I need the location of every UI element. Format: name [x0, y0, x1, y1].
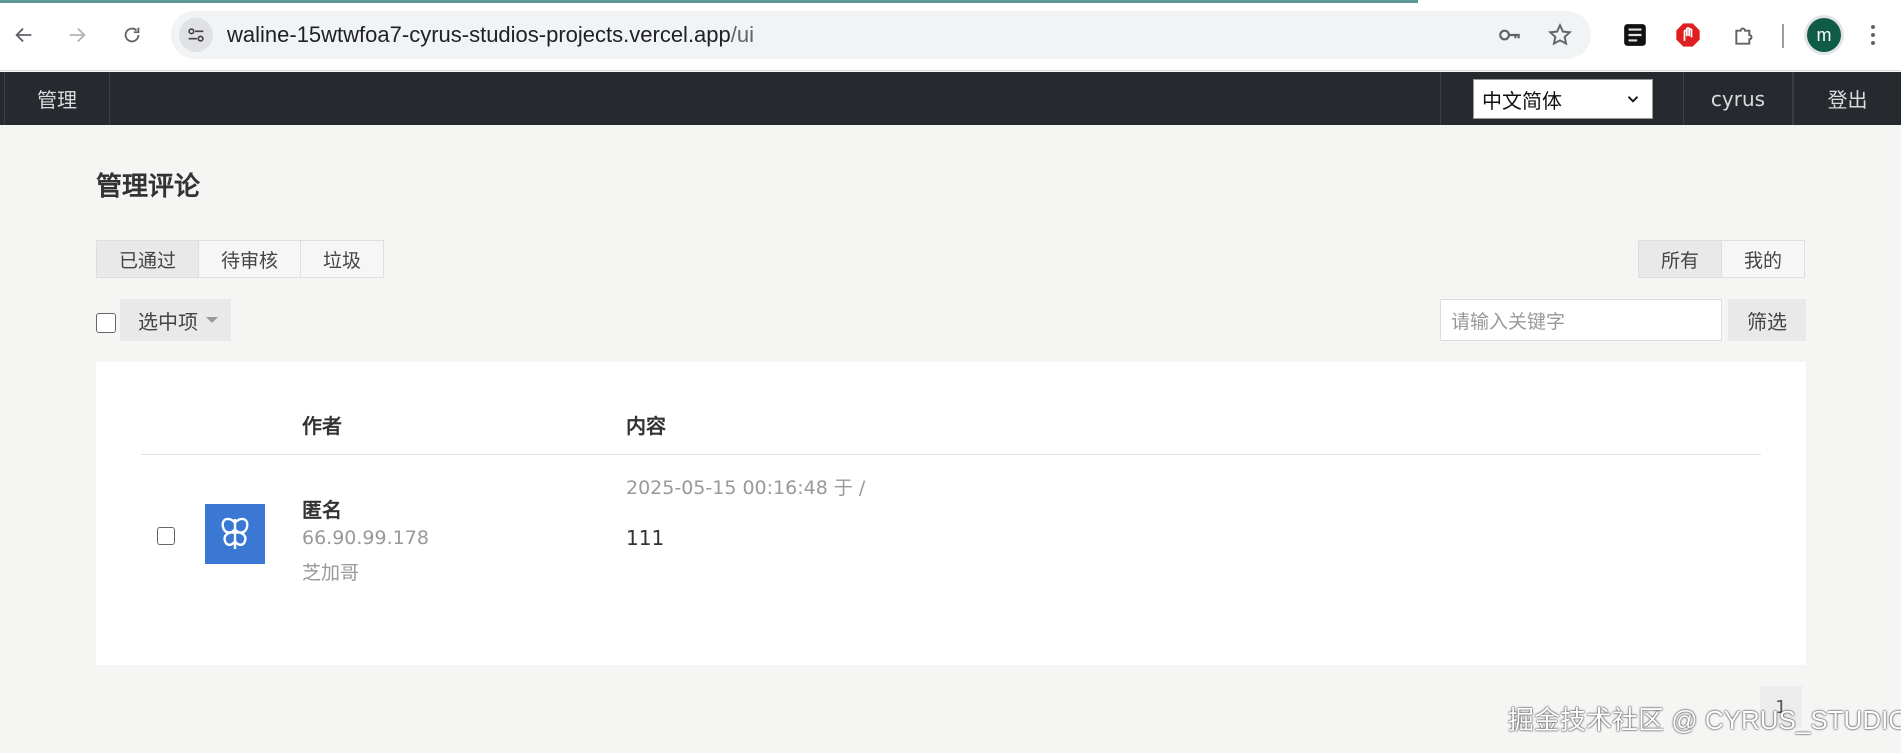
kebab-menu-icon[interactable]	[1863, 20, 1883, 50]
profile-avatar[interactable]: m	[1807, 18, 1841, 52]
header-content: 内容	[626, 414, 666, 438]
forward-arrow-icon	[69, 27, 86, 43]
logout-label: 登出	[1827, 88, 1868, 112]
user-name: cyrus	[1710, 86, 1766, 111]
comment-meta: 2025-05-15 00:16:48 于 /	[626, 477, 866, 499]
language-value: 中文简体	[1482, 88, 1562, 113]
browser-toolbar: waline-15wtwfoa7-cyrus-studios-projects.…	[0, 0, 1901, 71]
site-info-icon[interactable]	[179, 18, 213, 52]
reload-icon	[124, 27, 140, 43]
select-all-checkbox[interactable]	[96, 313, 116, 333]
keyword-search-input[interactable]: 请输入关键字	[1440, 299, 1722, 341]
app-navbar: 管理 中文简体 cyrus 登出	[0, 72, 1901, 125]
bulk-action-dropdown[interactable]: 选中项	[120, 299, 231, 341]
caret-down-icon	[206, 317, 218, 323]
page-title: 管理评论	[96, 172, 201, 202]
chevron-down-icon	[1627, 96, 1639, 103]
author-ip: 66.90.99.178	[302, 527, 429, 549]
tab-spam[interactable]: 垃圾	[301, 240, 385, 278]
url-path: /ui	[730, 22, 755, 47]
header-author: 作者	[302, 414, 342, 438]
key-icon[interactable]	[1497, 22, 1523, 48]
reload-button[interactable]	[115, 18, 149, 52]
tab-approved[interactable]: 已通过	[96, 240, 200, 278]
nav-brand-label: 管理	[37, 88, 77, 112]
row-checkbox[interactable]	[157, 527, 175, 545]
header-divider	[141, 454, 1761, 455]
user-link[interactable]: cyrus	[1683, 72, 1793, 125]
back-button[interactable]	[7, 18, 41, 52]
status-tabs: 已通过 待审核 垃圾	[96, 240, 385, 278]
comment-content: 111	[626, 526, 665, 550]
avatar	[205, 504, 265, 564]
language-select[interactable]: 中文简体	[1473, 79, 1653, 119]
toolbar-divider	[1782, 24, 1784, 48]
watermark: 掘金技术社区 @ CYRUS_STUDIO	[1508, 705, 1901, 735]
comments-table-panel	[96, 362, 1806, 665]
author-location: 芝加哥	[302, 562, 360, 584]
bulk-action-label: 选中项	[138, 309, 198, 334]
back-arrow-icon	[15, 27, 32, 43]
nav-brand[interactable]: 管理	[4, 72, 110, 125]
address-bar[interactable]: waline-15wtwfoa7-cyrus-studios-projects.…	[171, 11, 1591, 59]
url-host: waline-15wtwfoa7-cyrus-studios-projects.…	[227, 22, 731, 47]
star-icon[interactable]	[1547, 22, 1573, 48]
tab-pending[interactable]: 待审核	[199, 240, 302, 278]
butterfly-avatar-icon	[221, 517, 249, 549]
profile-initial: m	[1816, 24, 1832, 45]
filter-button[interactable]: 筛选	[1728, 299, 1806, 341]
forward-button[interactable]	[60, 18, 94, 52]
puzzle-icon[interactable]	[1730, 20, 1760, 50]
owner-tabs: 所有 我的	[1638, 240, 1806, 278]
adblock-extension-icon[interactable]	[1673, 20, 1703, 50]
tab-indicator	[0, 0, 1418, 3]
author-name: 匿名	[302, 498, 342, 522]
url-text[interactable]: waline-15wtwfoa7-cyrus-studios-projects.…	[227, 22, 754, 48]
logout-link[interactable]: 登出	[1793, 72, 1901, 125]
search-placeholder: 请输入关键字	[1451, 310, 1566, 333]
tab-all[interactable]: 所有	[1638, 240, 1723, 278]
extension-icon[interactable]	[1620, 20, 1650, 50]
tab-mine[interactable]: 我的	[1722, 240, 1806, 278]
